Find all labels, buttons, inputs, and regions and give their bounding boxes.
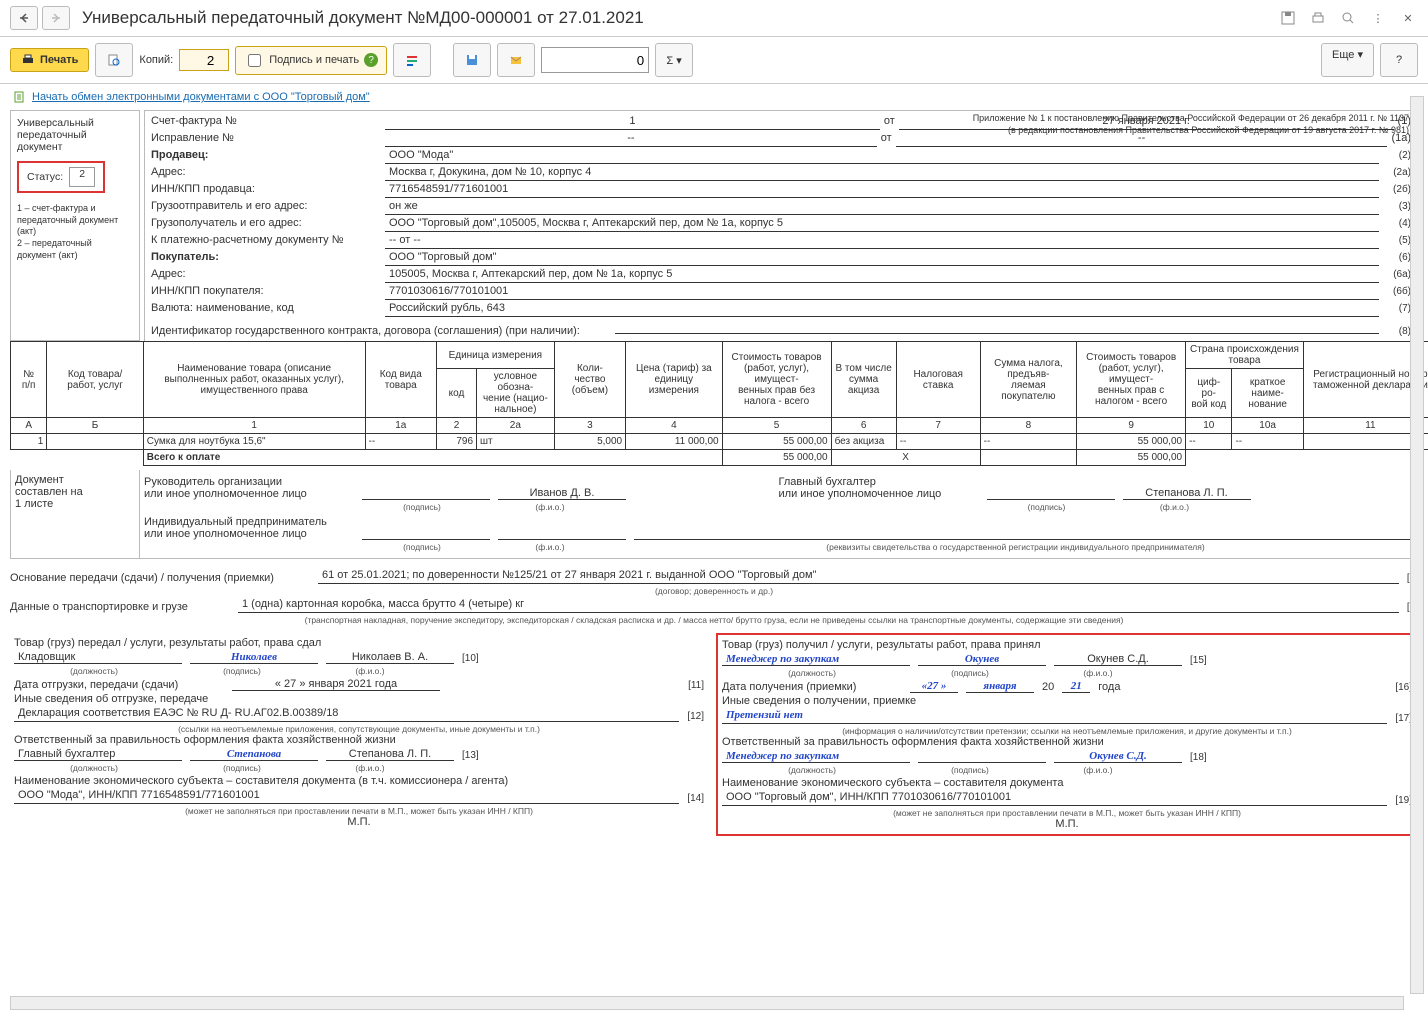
acc-fio: Степанова Л. П. bbox=[1123, 487, 1251, 500]
head-sign bbox=[362, 499, 490, 500]
paydoc: -- от -- bbox=[385, 234, 1379, 249]
back-button[interactable] bbox=[10, 6, 38, 30]
print-label: Печать bbox=[40, 54, 78, 66]
table-row: 1 Сумка для ноутбука 15,6"-- 796шт 5,000… bbox=[11, 434, 1428, 450]
shipper: он же bbox=[385, 200, 1379, 215]
status-label: Статус: bbox=[27, 171, 63, 183]
buyer: ООО "Торговый дом" bbox=[385, 251, 1379, 266]
toolbar: Печать Копий: Подпись и печать ? Σ ▾ Еще… bbox=[0, 37, 1428, 84]
sign-print-label: Подпись и печать bbox=[269, 54, 359, 66]
sum-button[interactable]: Σ ▾ bbox=[655, 43, 693, 77]
sidebar-note: 1 – счет-фактура и передаточный документ… bbox=[17, 203, 133, 261]
more-button[interactable]: Еще ▾ bbox=[1321, 43, 1374, 77]
status-value: 2 bbox=[69, 167, 95, 187]
help-button[interactable]: ? bbox=[1380, 43, 1418, 77]
save-disk-button[interactable] bbox=[453, 43, 491, 77]
regulation-note: Приложение № 1 к постановлению Правитель… bbox=[973, 113, 1409, 136]
window-title: Универсальный передаточный документ №МД0… bbox=[74, 8, 644, 28]
buyer-address: 105005, Москва г, Аптекарский пер, дом №… bbox=[385, 268, 1379, 283]
transport: 1 (одна) картонная коробка, масса брутто… bbox=[238, 598, 1399, 613]
correction-no: -- bbox=[385, 132, 877, 147]
sidebar-title-1: Универсальный bbox=[17, 117, 133, 129]
preview-button[interactable] bbox=[95, 43, 133, 77]
seller-inn: 7716548591/771601001 bbox=[385, 183, 1379, 198]
correction-label: Исправление № bbox=[151, 132, 381, 144]
edi-link[interactable]: Начать обмен электронными документами с … bbox=[32, 91, 370, 103]
seller-address: Москва г, Докукина, дом № 10, корпус 4 bbox=[385, 166, 1379, 181]
copies-input[interactable] bbox=[179, 49, 229, 71]
email-button[interactable] bbox=[497, 43, 535, 77]
buyer-inn: 7701030616/770101001 bbox=[385, 285, 1379, 300]
print-button[interactable]: Печать bbox=[10, 48, 89, 72]
sidebar-title-2: передаточный bbox=[17, 129, 133, 141]
sign-print-button[interactable]: Подпись и печать ? bbox=[235, 46, 387, 75]
invoice-no-label: Счет-фактура № bbox=[151, 115, 381, 127]
seller: ООО "Мода" bbox=[385, 149, 1379, 164]
acc-sign bbox=[987, 499, 1115, 500]
titlebar: Универсальный передаточный документ №МД0… bbox=[0, 0, 1428, 37]
menu-icon[interactable]: ⋮ bbox=[1368, 8, 1388, 28]
status-box: Статус: 2 bbox=[17, 161, 105, 193]
print-icon[interactable] bbox=[1308, 8, 1328, 28]
receiver-block: Товар (груз) получил / услуги, результат… bbox=[716, 633, 1418, 836]
head-fio: Иванов Д. В. bbox=[498, 487, 626, 500]
currency: Российский рубль, 643 bbox=[385, 302, 1379, 317]
help-icon[interactable]: ? bbox=[364, 53, 378, 67]
main-form: Приложение № 1 к постановлению Правитель… bbox=[144, 110, 1418, 341]
sidebar: Универсальный передаточный документ Стат… bbox=[10, 110, 140, 341]
edit-text-button[interactable] bbox=[393, 43, 431, 77]
close-button[interactable]: ✕ bbox=[1398, 8, 1418, 28]
items-table: № п/п Код товара/ работ, услуг Наименова… bbox=[10, 341, 1428, 466]
invoice-no: 1 bbox=[385, 115, 880, 130]
sidebar-title-3: документ bbox=[17, 141, 133, 153]
forward-button[interactable] bbox=[42, 6, 70, 30]
consignee: ООО "Торговый дом",105005, Москва г, Апт… bbox=[385, 217, 1379, 232]
save-icon[interactable] bbox=[1278, 8, 1298, 28]
doc-pages: Документ составлен на 1 листе bbox=[10, 470, 139, 559]
sign-print-checkbox[interactable] bbox=[248, 54, 261, 67]
linkbar: Начать обмен электронными документами с … bbox=[0, 84, 1428, 110]
basis: 61 от 25.01.2021; по доверенности №125/2… bbox=[318, 569, 1399, 584]
copies-label: Копий: bbox=[139, 54, 173, 66]
preview-icon[interactable] bbox=[1338, 8, 1358, 28]
sender-block: Товар (груз) передал / услуги, результат… bbox=[10, 633, 708, 836]
document-icon bbox=[12, 90, 26, 104]
horizontal-scrollbar[interactable] bbox=[10, 996, 1404, 1010]
total-row: Всего к оплате 55 000,00 Х 55 000,00 bbox=[11, 450, 1428, 466]
number-input[interactable] bbox=[541, 47, 649, 73]
contract-id bbox=[615, 319, 1379, 334]
vertical-scrollbar[interactable] bbox=[1410, 96, 1424, 994]
